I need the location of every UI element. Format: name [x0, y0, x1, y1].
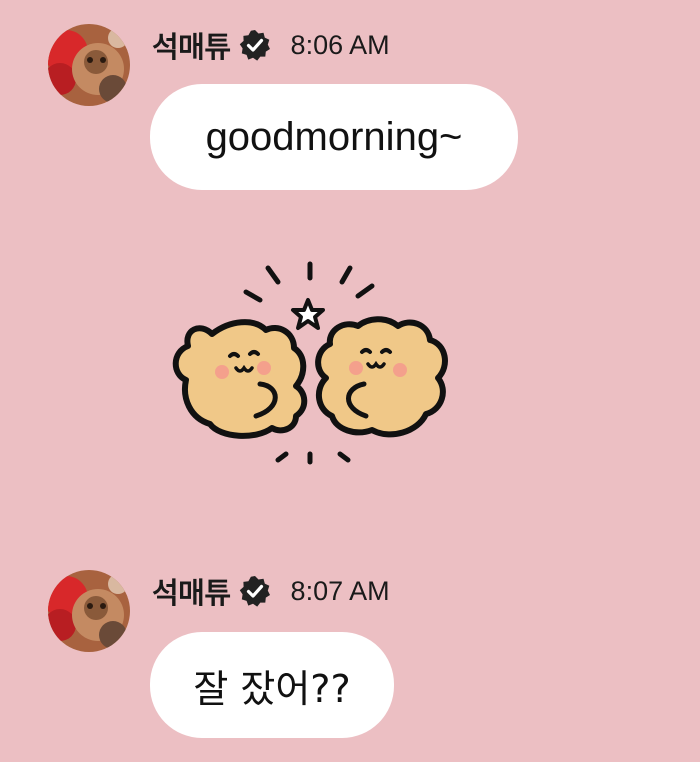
sender-name[interactable]: 석매튜	[152, 570, 231, 612]
sender-name[interactable]: 석매튜	[152, 24, 231, 66]
message-header: 석매튜 8:07 AM	[152, 571, 390, 611]
verified-badge-icon	[239, 29, 271, 61]
avatar-image	[48, 570, 130, 652]
message-bubble[interactable]: 잘 잤어??	[150, 632, 394, 738]
message-text: 잘 잤어??	[193, 666, 351, 711]
avatar[interactable]	[48, 24, 130, 106]
sticker-image	[172, 261, 448, 465]
message-text: goodmorning~	[205, 114, 463, 159]
message-header: 석매튜 8:06 AM	[152, 25, 390, 65]
two-cheering-bears-sticker[interactable]	[160, 248, 460, 488]
verified-badge-icon	[239, 575, 271, 607]
message-bubble[interactable]: goodmorning~	[150, 84, 518, 190]
timestamp: 8:06 AM	[290, 29, 390, 60]
timestamp: 8:07 AM	[290, 575, 390, 606]
avatar-image	[48, 24, 130, 106]
avatar[interactable]	[48, 570, 130, 652]
